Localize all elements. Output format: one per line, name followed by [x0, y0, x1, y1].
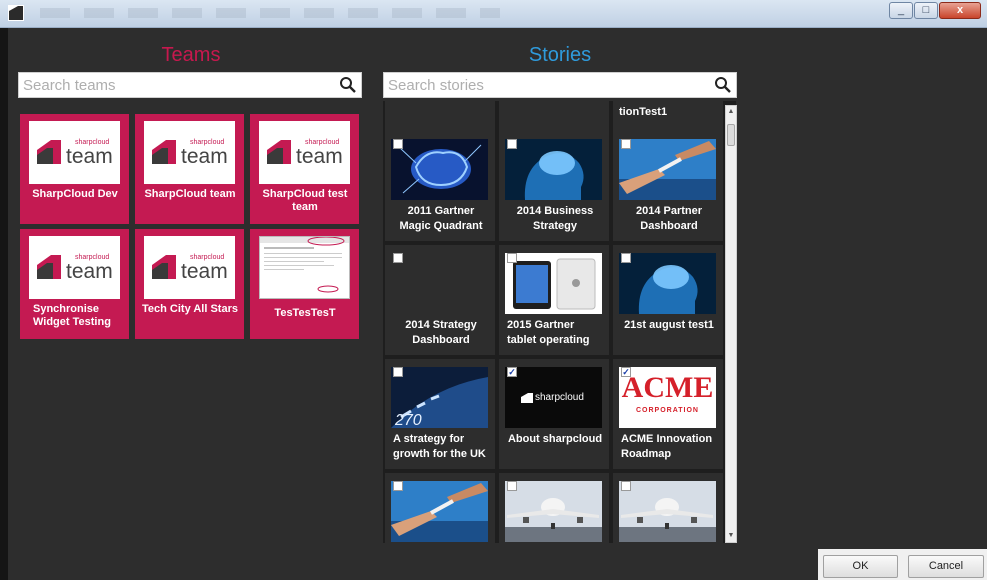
- team-label: TesTesTesT: [274, 307, 336, 319]
- team-label: Synchronise Widget Testing: [33, 303, 111, 328]
- team-tile-sharpcloud-dev[interactable]: sharpcloud team SharpCloud Dev: [20, 114, 129, 224]
- sharpcloud-logo: sharpcloud: [505, 367, 602, 428]
- maximize-button[interactable]: □: [914, 2, 938, 19]
- story-tile[interactable]: [613, 473, 723, 543]
- story-checkbox-checked[interactable]: ✓: [507, 367, 517, 377]
- story-checkbox[interactable]: [507, 139, 517, 149]
- cancel-button[interactable]: Cancel: [908, 555, 984, 578]
- story-checkbox[interactable]: [393, 367, 403, 377]
- team-tile-tech-city-all-stars[interactable]: sharpcloud team Tech City All Stars: [135, 229, 244, 339]
- dialog-footer: OK Cancel: [818, 549, 987, 580]
- story-tile[interactable]: 2014 Partner Dashboard: [613, 131, 723, 241]
- story-tile[interactable]: [499, 473, 609, 543]
- scroll-down-arrow-icon[interactable]: ▼: [726, 530, 736, 542]
- story-checkbox-checked[interactable]: ✓: [621, 367, 631, 377]
- story-checkbox[interactable]: [507, 253, 517, 263]
- story-tile[interactable]: [385, 473, 495, 543]
- story-tile[interactable]: 21st august test1: [613, 245, 723, 355]
- minimize-button[interactable]: _: [889, 2, 913, 19]
- stories-scrollbar[interactable]: ▲ ▼: [725, 105, 737, 543]
- sharpcloud-mark-icon: [267, 140, 291, 164]
- tablet-icon: [505, 253, 602, 314]
- team-tile-testestest[interactable]: TesTesTesT: [250, 229, 359, 339]
- search-icon[interactable]: [714, 76, 732, 94]
- team-tile-sharpcloud-team[interactable]: sharpcloud team SharpCloud team: [135, 114, 244, 224]
- team-label: SharpCloud Dev: [32, 188, 118, 200]
- sharpcloud-team-logo: sharpcloud team: [29, 121, 120, 184]
- ok-button[interactable]: OK: [823, 555, 898, 578]
- stories-search-input[interactable]: [384, 73, 736, 97]
- sharpcloud-team-logo: sharpcloud team: [259, 121, 350, 184]
- teams-heading: Teams: [161, 44, 221, 66]
- story-tile-partial[interactable]: [499, 101, 609, 131]
- window-titlebar: _ □ x: [0, 0, 987, 28]
- team-label: SharpCloud team: [144, 188, 236, 200]
- stories-search-box: [383, 72, 737, 98]
- sharpcloud-mark-icon: [152, 140, 176, 164]
- story-checkbox[interactable]: [621, 139, 631, 149]
- story-label: A strategy for growth for the UK: [393, 433, 486, 460]
- sharpcloud-mark-icon: [37, 140, 61, 164]
- screenshot-thumbnail: [259, 236, 350, 299]
- story-tile[interactable]: 2014 Strategy Dashboard: [385, 245, 495, 355]
- titlebar-obscured-text: [40, 8, 500, 18]
- story-tile[interactable]: 270 A strategy for growth for the UK: [385, 359, 495, 469]
- story-label: About sharpcloud: [507, 433, 603, 445]
- app-logo-icon: [8, 5, 24, 21]
- baton-pass-icon: [619, 139, 716, 200]
- story-tile-partial[interactable]: [385, 101, 495, 131]
- story-tile[interactable]: 2014 Business Strategy: [499, 131, 609, 241]
- story-checkbox[interactable]: [393, 139, 403, 149]
- close-button[interactable]: x: [939, 2, 981, 19]
- story-checkbox[interactable]: [507, 481, 517, 491]
- stories-heading: Stories: [528, 44, 592, 66]
- story-checkbox[interactable]: [621, 253, 631, 263]
- scroll-thumb[interactable]: [727, 124, 735, 146]
- sharpcloud-mark-icon: [37, 255, 61, 279]
- team-label: Tech City All Stars: [142, 303, 238, 315]
- search-icon[interactable]: [339, 76, 357, 94]
- sharpcloud-team-logo: sharpcloud team: [144, 121, 235, 184]
- story-label: 2014 Strategy Dashboard: [405, 319, 477, 346]
- story-checkbox[interactable]: [393, 253, 403, 263]
- brain-icon: [619, 253, 716, 314]
- sharpcloud-team-logo: sharpcloud team: [29, 236, 120, 299]
- stories-list: tionTest1 2011 Gartner Magic Quadrant 20…: [383, 101, 736, 543]
- story-label: 2011 Gartner Magic Quadrant: [399, 205, 483, 232]
- acme-logo: ACME CORPORATION: [619, 367, 716, 428]
- team-tile-synchronise-widget-testing[interactable]: sharpcloud team Synchronise Widget Testi…: [20, 229, 129, 339]
- story-checkbox[interactable]: [393, 481, 403, 491]
- story-label: 2014 Partner Dashboard: [635, 205, 703, 232]
- speedometer-icon: 270: [391, 367, 488, 428]
- story-label: ACME Innovation Roadmap: [621, 433, 713, 460]
- story-tile[interactable]: 2015 Gartner tablet operating: [499, 245, 609, 355]
- story-label: 2015 Gartner tablet operating: [507, 319, 590, 346]
- brain-icon: [505, 139, 602, 200]
- teams-search-input[interactable]: [19, 73, 361, 97]
- team-tile-sharpcloud-test-team[interactable]: sharpcloud team SharpCloud test team: [250, 114, 359, 224]
- team-label: SharpCloud test team: [262, 188, 348, 213]
- brain-icon: [391, 139, 488, 200]
- story-checkbox[interactable]: [621, 481, 631, 491]
- svg-text:270: 270: [394, 412, 422, 428]
- sharpcloud-mark-icon: [152, 255, 176, 279]
- sharpcloud-team-logo: sharpcloud team: [144, 236, 235, 299]
- airplane-icon: [619, 481, 716, 542]
- story-tile-partial[interactable]: tionTest1: [613, 101, 723, 131]
- story-label: 21st august test1: [624, 319, 714, 331]
- story-tile[interactable]: 2011 Gartner Magic Quadrant: [385, 131, 495, 241]
- screenshot-thumbnail-image: [260, 236, 349, 293]
- left-edge-strip: [0, 28, 8, 580]
- story-label: 2014 Business Strategy: [516, 205, 594, 232]
- story-tile[interactable]: ✓ ACME CORPORATION ACME Innovation Roadm…: [613, 359, 723, 469]
- airplane-icon: [505, 481, 602, 542]
- scroll-up-arrow-icon[interactable]: ▲: [726, 106, 736, 118]
- teams-search-box: [18, 72, 362, 98]
- baton-pass-icon: [391, 481, 488, 542]
- window-controls: _ □ x: [888, 2, 981, 19]
- story-label: tionTest1: [619, 106, 668, 118]
- story-tile[interactable]: ✓ sharpcloud About sharpcloud: [499, 359, 609, 469]
